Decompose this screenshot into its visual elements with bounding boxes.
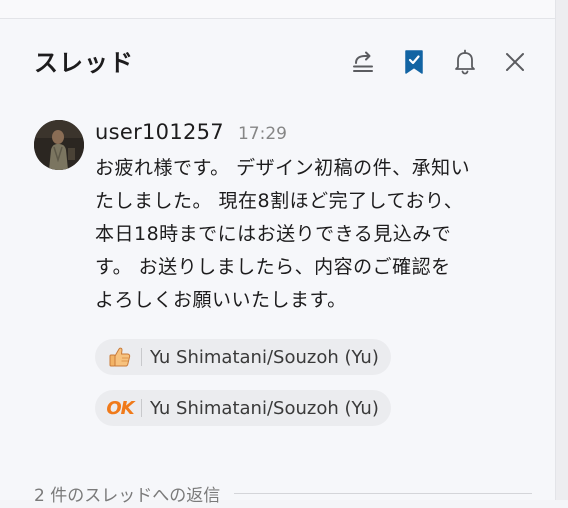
message-line: す。 お送りしましたら、内容のご確認を	[95, 256, 451, 278]
scrollbar-rail[interactable]	[555, 0, 568, 500]
share-button[interactable]	[348, 47, 378, 77]
message-text: お疲れ様です。 デザイン初稿の件、承知い たしました。 現在8割ほど完了しており…	[95, 152, 535, 317]
thread-panel: スレッド user101257 17:29 お疲れ様です。 デザイン初稿の件、承…	[0, 19, 555, 506]
bell-icon	[453, 49, 477, 75]
share-icon	[350, 49, 376, 75]
bookmark-button[interactable]	[399, 47, 429, 77]
ok-emoji-icon: OK	[106, 397, 134, 419]
reply-count[interactable]: 2 件のスレッドへの返信	[34, 481, 220, 506]
message-line: たしました。 現在8割ほど完了しており、	[95, 190, 464, 212]
thread-header: スレッド	[0, 19, 555, 103]
reaction-separator	[141, 348, 142, 366]
reaction-separator	[141, 399, 142, 417]
close-button[interactable]	[500, 47, 530, 77]
sender-name[interactable]: user101257	[95, 120, 224, 144]
panel-title: スレッド	[34, 49, 134, 77]
divider-line	[234, 492, 532, 494]
message-line: お疲れ様です。 デザイン初稿の件、承知い	[95, 157, 471, 179]
reaction-ok[interactable]: OK Yu Shimatani/Souzoh (Yu)	[95, 390, 391, 426]
avatar[interactable]	[34, 120, 84, 170]
top-strip	[0, 0, 556, 19]
message-line: よろしくお願いいたします。	[95, 289, 347, 311]
reaction-user: Yu Shimatani/Souzoh (Yu)	[150, 346, 379, 368]
message-body: user101257 17:29 お疲れ様です。 デザイン初稿の件、承知い たし…	[95, 120, 535, 317]
thumbs-up-icon	[107, 345, 133, 369]
reply-divider: 2 件のスレッドへの返信	[34, 478, 532, 508]
message-line: 本日18時までにはお送りできる見込みで	[95, 223, 452, 245]
reaction-thumbs-up[interactable]: Yu Shimatani/Souzoh (Yu)	[95, 339, 391, 375]
bookmark-icon	[403, 49, 425, 75]
notification-button[interactable]	[450, 47, 480, 77]
message-header: user101257 17:29	[95, 120, 535, 150]
close-icon	[504, 51, 526, 73]
reaction-user: Yu Shimatani/Souzoh (Yu)	[150, 397, 379, 419]
message-timestamp[interactable]: 17:29	[238, 124, 287, 144]
